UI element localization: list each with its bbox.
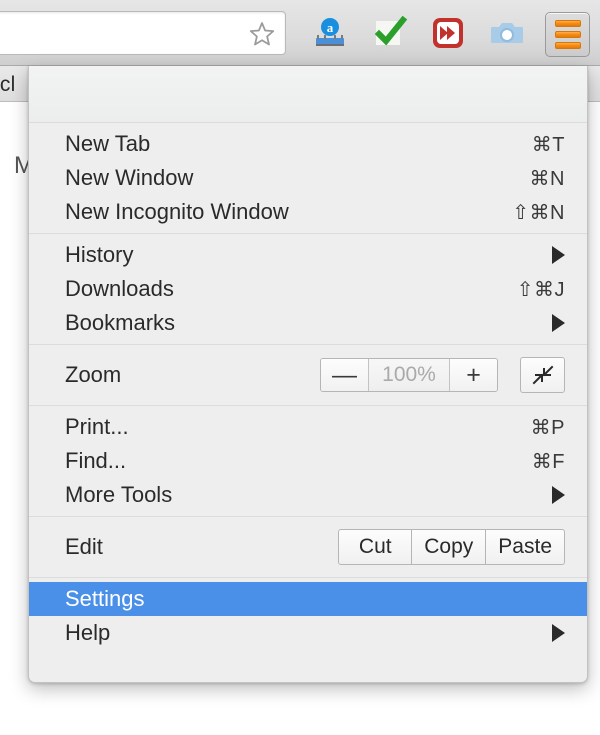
edit-row: Edit Cut Copy Paste bbox=[29, 521, 587, 573]
cut-button[interactable]: Cut bbox=[338, 529, 412, 565]
browser-toolbar: a bbox=[0, 0, 600, 66]
hamburger-menu-button[interactable] bbox=[545, 12, 590, 57]
menu-group-new: New Tab ⌘T New Window ⌘N New Incognito W… bbox=[29, 123, 587, 234]
copy-button[interactable]: Copy bbox=[412, 529, 486, 565]
menu-item-shortcut: ⌘P bbox=[531, 415, 565, 440]
exit-fullscreen-icon[interactable] bbox=[520, 357, 565, 393]
menu-item-new-tab[interactable]: New Tab ⌘T bbox=[29, 127, 587, 161]
menu-item-history[interactable]: History bbox=[29, 238, 587, 272]
zoom-in-button[interactable]: + bbox=[450, 359, 497, 391]
zoom-level-value: 100% bbox=[368, 359, 450, 391]
menu-item-label: New Window bbox=[65, 167, 193, 189]
bookmark-item-label[interactable]: ocl bbox=[0, 73, 15, 97]
menu-item-downloads[interactable]: Downloads ⇧⌘J bbox=[29, 272, 587, 306]
menu-item-new-window[interactable]: New Window ⌘N bbox=[29, 161, 587, 195]
menu-group-browsing: History Downloads ⇧⌘J Bookmarks bbox=[29, 234, 587, 345]
menu-item-label: Bookmarks bbox=[65, 312, 175, 334]
menu-item-label: More Tools bbox=[65, 484, 172, 506]
menu-item-label: Print... bbox=[65, 416, 129, 438]
menu-group-zoom: Zoom — 100% + bbox=[29, 345, 587, 406]
edit-label: Edit bbox=[65, 536, 103, 558]
menu-item-shortcut: ⇧⌘N bbox=[512, 200, 565, 225]
zoom-stepper[interactable]: — 100% + bbox=[320, 358, 498, 392]
menu-item-label: New Incognito Window bbox=[65, 201, 289, 223]
camera-icon[interactable] bbox=[487, 13, 527, 53]
hamburger-bar-top bbox=[555, 20, 581, 27]
green-check-icon[interactable] bbox=[370, 13, 410, 53]
amazon-assistant-icon[interactable]: a bbox=[310, 13, 350, 53]
menu-item-shortcut: ⇧⌘J bbox=[517, 277, 565, 302]
menu-group-edit: Edit Cut Copy Paste bbox=[29, 517, 587, 578]
browser-main-menu[interactable]: New Tab ⌘T New Window ⌘N New Incognito W… bbox=[28, 66, 588, 683]
edit-button-group[interactable]: Cut Copy Paste bbox=[338, 529, 565, 565]
zoom-label: Zoom bbox=[65, 364, 121, 386]
hamburger-bar-middle bbox=[555, 31, 581, 38]
menu-group-tools: Print... ⌘P Find... ⌘F More Tools bbox=[29, 406, 587, 517]
star-outline-icon[interactable] bbox=[247, 19, 277, 49]
menu-item-shortcut: ⌘F bbox=[532, 449, 565, 474]
menu-item-bookmarks[interactable]: Bookmarks bbox=[29, 306, 587, 340]
chevron-right-icon bbox=[552, 486, 565, 504]
menu-item-shortcut: ⌘T bbox=[532, 132, 565, 157]
chevron-right-icon bbox=[552, 624, 565, 642]
chevron-right-icon bbox=[552, 314, 565, 332]
address-bar[interactable] bbox=[0, 11, 286, 55]
fast-forward-icon[interactable] bbox=[428, 13, 468, 53]
chevron-right-icon bbox=[552, 246, 565, 264]
menu-item-label: New Tab bbox=[65, 133, 150, 155]
menu-item-new-incognito-window[interactable]: New Incognito Window ⇧⌘N bbox=[29, 195, 587, 229]
svg-text:a: a bbox=[327, 20, 334, 35]
menu-item-shortcut: ⌘N bbox=[530, 166, 565, 191]
menu-item-print[interactable]: Print... ⌘P bbox=[29, 410, 587, 444]
menu-item-label: Help bbox=[65, 622, 110, 644]
zoom-out-button[interactable]: — bbox=[321, 359, 368, 391]
menu-header-strip bbox=[29, 66, 587, 123]
menu-item-label: Downloads bbox=[65, 278, 174, 300]
menu-item-help[interactable]: Help bbox=[29, 616, 587, 650]
zoom-row: Zoom — 100% + bbox=[29, 349, 587, 401]
menu-item-find[interactable]: Find... ⌘F bbox=[29, 444, 587, 478]
paste-button[interactable]: Paste bbox=[486, 529, 565, 565]
hamburger-bar-bottom bbox=[555, 42, 581, 49]
menu-item-label: History bbox=[65, 244, 133, 266]
menu-item-label: Find... bbox=[65, 450, 126, 472]
menu-group-settings: Settings Help bbox=[29, 578, 587, 654]
menu-item-more-tools[interactable]: More Tools bbox=[29, 478, 587, 512]
menu-item-settings[interactable]: Settings bbox=[29, 582, 587, 616]
menu-item-label: Settings bbox=[65, 588, 145, 610]
